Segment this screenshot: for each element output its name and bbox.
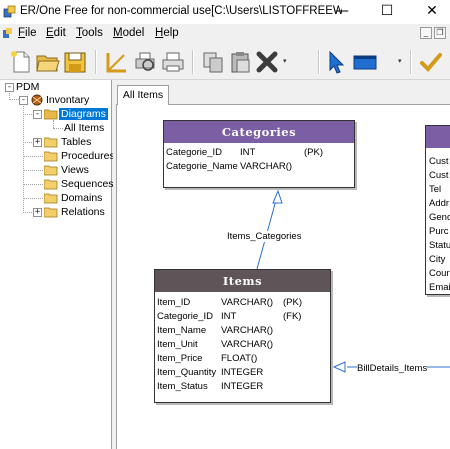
- window-title: ER/One Free for non-commercial use[C:\Us…: [20, 5, 342, 17]
- entity-title: Categories: [164, 121, 354, 143]
- tree-item-tables[interactable]: + Tables: [0, 135, 110, 149]
- relation-label: Items_Categories: [227, 231, 302, 242]
- entity-attribute-row[interactable]: Categorie_Name VARCHAR(): [166, 161, 354, 175]
- arrow-head-icon: [332, 361, 346, 373]
- collapse-icon[interactable]: -: [33, 110, 42, 119]
- maximize-button[interactable]: ☐: [369, 0, 405, 24]
- collapse-icon[interactable]: -: [19, 96, 28, 105]
- paste-icon[interactable]: [227, 49, 253, 75]
- entity-attribute-row[interactable]: Item_Quantity INTEGER: [157, 367, 330, 381]
- tree-item-project[interactable]: - Invontary: [0, 93, 110, 107]
- menu-help[interactable]: Help: [155, 27, 179, 39]
- entity-items[interactable]: Items Item_ID VARCHAR() (PK) Categorie_I…: [154, 269, 331, 403]
- tree-item-all-items[interactable]: All Items: [0, 121, 110, 135]
- title-bar: ER/One Free for non-commercial use[C:\Us…: [0, 0, 450, 24]
- open-icon[interactable]: [35, 49, 61, 75]
- entity-title: Items: [155, 270, 330, 292]
- entity-attribute-row[interactable]: City: [429, 254, 445, 268]
- entity-attribute-row[interactable]: Cust: [429, 156, 449, 170]
- entity-attribute-row[interactable]: Item_Price FLOAT(): [157, 353, 330, 367]
- tree-item-relations[interactable]: + Relations: [0, 205, 110, 219]
- toolbar-separator: [95, 50, 97, 74]
- toolbar-overflow-icon[interactable]: ▾: [283, 50, 289, 74]
- new-icon[interactable]: [8, 49, 34, 75]
- entity-categories[interactable]: Categories Categorie_ID INT (PK) Categor…: [163, 120, 355, 188]
- entity-attribute-row[interactable]: Cust: [429, 170, 449, 184]
- menu-edit[interactable]: Edit: [46, 27, 66, 39]
- delete-icon[interactable]: [254, 49, 280, 75]
- entity-attribute-row[interactable]: Purc: [429, 226, 449, 240]
- folder-icon: [44, 193, 58, 204]
- tab-all-items[interactable]: All Items: [117, 85, 169, 105]
- toolbar-separator: [192, 50, 194, 74]
- diagram-canvas[interactable]: Categories Categorie_ID INT (PK) Categor…: [116, 104, 450, 449]
- printer-icon[interactable]: [160, 49, 186, 75]
- folder-open-icon: [44, 109, 58, 120]
- expand-icon[interactable]: +: [33, 138, 42, 147]
- document-icon: [3, 28, 12, 38]
- entity-attribute-row[interactable]: Emai: [429, 282, 450, 296]
- app-icon: [3, 5, 16, 18]
- save-icon[interactable]: [62, 49, 88, 75]
- entity-attribute-row[interactable]: Item_Status INTEGER: [157, 381, 330, 395]
- folder-icon: [44, 151, 58, 162]
- entity-attribute-row[interactable]: Cour: [429, 268, 450, 282]
- entity-attribute-row[interactable]: Item_ID VARCHAR() (PK): [157, 297, 330, 311]
- entity-attribute-row[interactable]: Categorie_ID INT (PK): [166, 147, 354, 161]
- mdi-minimize-button[interactable]: _: [420, 27, 432, 39]
- entity-attribute-row[interactable]: Tel: [429, 184, 441, 198]
- tree-item-procedures[interactable]: Procedures: [0, 149, 115, 163]
- menu-tools[interactable]: Tools: [76, 27, 103, 39]
- collapse-icon[interactable]: -: [5, 83, 14, 92]
- entity-attribute-row[interactable]: Addr: [429, 198, 449, 212]
- entity-customer-partial[interactable]: Cust Cust Tel Addr Gend Purc Statu City …: [425, 125, 450, 295]
- entity-attribute-row[interactable]: Statu: [429, 240, 450, 254]
- check-icon[interactable]: [418, 49, 444, 75]
- tree-item-domains[interactable]: Domains: [0, 191, 110, 205]
- close-button[interactable]: ✕: [414, 0, 450, 24]
- relation-label: BillDetails_Items: [357, 363, 428, 374]
- folder-icon: [44, 179, 58, 190]
- tree-item-sequences[interactable]: Sequences: [0, 177, 114, 191]
- menu-bar: File Edit Tools Model Help: [0, 24, 450, 44]
- entity-attribute-row[interactable]: Item_Unit VARCHAR(): [157, 339, 330, 353]
- print-icon[interactable]: [132, 49, 158, 75]
- entity-icon[interactable]: [352, 49, 378, 75]
- folder-icon: [44, 137, 58, 148]
- menu-model[interactable]: Model: [113, 27, 144, 39]
- tree-item-diagrams[interactable]: - Diagrams: [0, 107, 110, 121]
- toolbar-separator: [318, 50, 320, 74]
- copy-icon[interactable]: [200, 49, 226, 75]
- mdi-restore-button[interactable]: ❐: [434, 27, 446, 39]
- entity-attribute-row[interactable]: Item_Name VARCHAR(): [157, 325, 330, 339]
- tree-item-views[interactable]: Views: [0, 163, 110, 177]
- tree-item-pdm[interactable]: - PDM: [0, 80, 110, 94]
- toolbar-overflow-icon[interactable]: ▾: [398, 50, 404, 74]
- pointer-icon[interactable]: [323, 49, 349, 75]
- print-preview-icon[interactable]: [104, 49, 130, 75]
- entity-attribute-row[interactable]: Categorie_ID INT (FK): [157, 311, 330, 325]
- arrow-head-icon: [272, 189, 283, 204]
- minimize-button[interactable]: —: [324, 0, 360, 24]
- expand-icon[interactable]: +: [33, 208, 42, 217]
- project-icon: [31, 94, 43, 106]
- toolbar: ▾ ▾: [0, 44, 450, 80]
- folder-icon: [44, 165, 58, 176]
- menu-file[interactable]: File: [18, 27, 37, 39]
- model-tree-panel: - PDM - Invontary - Diagrams All Items +…: [0, 80, 115, 449]
- entity-attribute-row[interactable]: Gend: [429, 212, 450, 226]
- toolbar-separator: [410, 50, 412, 74]
- folder-icon: [44, 207, 58, 218]
- entity-title-bar: [426, 126, 450, 148]
